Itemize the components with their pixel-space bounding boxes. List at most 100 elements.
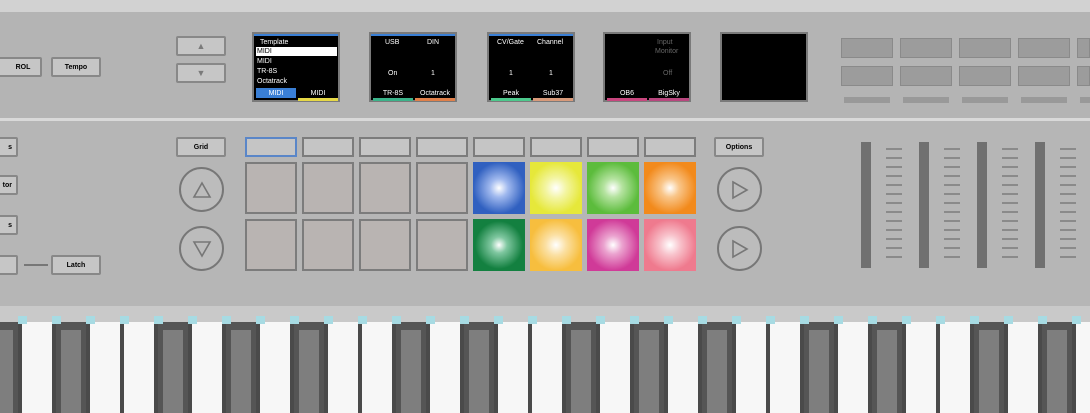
white-key[interactable] [838, 322, 868, 413]
black-key[interactable] [56, 322, 86, 413]
pad-lit-yellow[interactable] [530, 162, 582, 214]
white-key[interactable] [498, 322, 528, 413]
encoder-block[interactable] [1018, 66, 1070, 86]
black-key[interactable] [294, 322, 324, 413]
screen-tab[interactable]: Peak [491, 88, 531, 98]
pad-lit-magenta[interactable] [587, 219, 639, 271]
white-key[interactable] [124, 322, 154, 413]
screen-up-button[interactable]: ▲ [176, 36, 226, 56]
screen-tab[interactable]: Sub37 [533, 88, 573, 98]
pad[interactable] [302, 219, 354, 271]
screen-item-selected[interactable]: MIDI [256, 47, 337, 56]
grid-button[interactable]: Grid [176, 137, 226, 157]
encoder-block[interactable] [1077, 38, 1090, 58]
left-function-button[interactable]: tor [0, 175, 18, 195]
black-key[interactable] [566, 322, 596, 413]
pad-lit-green[interactable] [587, 162, 639, 214]
black-key[interactable] [226, 322, 256, 413]
white-key[interactable] [736, 322, 766, 413]
left-function-button[interactable]: s [0, 215, 18, 235]
pad[interactable] [416, 219, 468, 271]
scene-button[interactable] [302, 137, 354, 157]
black-key[interactable] [464, 322, 494, 413]
key-led-row [0, 316, 1090, 326]
fader-track[interactable] [1035, 142, 1045, 268]
screen-item[interactable]: Octatrack [257, 77, 287, 86]
screen-tab[interactable]: Octatrack [415, 88, 455, 98]
pad[interactable] [359, 219, 411, 271]
scene-launch-button[interactable] [717, 226, 762, 271]
scene-button[interactable] [644, 137, 696, 157]
fader-track[interactable] [861, 142, 871, 268]
white-key[interactable] [600, 322, 630, 413]
left-function-button[interactable]: s [0, 137, 18, 157]
pad[interactable] [245, 219, 297, 271]
encoder-block[interactable] [1077, 66, 1090, 86]
encoder-block[interactable] [841, 66, 893, 86]
black-key[interactable] [0, 322, 18, 413]
left-function-label: tor [2, 181, 12, 189]
fader-track[interactable] [977, 142, 987, 268]
pad-lit-pink[interactable] [644, 219, 696, 271]
screen-tab-active[interactable]: MIDI [256, 88, 296, 98]
pad[interactable] [302, 162, 354, 214]
screen-tab[interactable]: OB6 [607, 88, 647, 98]
scene-button[interactable] [359, 137, 411, 157]
white-key[interactable] [362, 322, 392, 413]
white-key[interactable] [90, 322, 120, 413]
screen-tab[interactable]: BigSky [649, 88, 689, 98]
pad-lit-lightorange[interactable] [530, 219, 582, 271]
white-key[interactable] [22, 322, 52, 413]
tempo-button[interactable]: Tempo [51, 57, 101, 77]
white-key[interactable] [770, 322, 800, 413]
encoder-block[interactable] [959, 38, 1011, 58]
encoder-block[interactable] [900, 66, 952, 86]
pad[interactable] [245, 162, 297, 214]
white-key[interactable] [940, 322, 970, 413]
pad[interactable] [416, 162, 468, 214]
white-key[interactable] [260, 322, 290, 413]
white-key[interactable] [430, 322, 460, 413]
white-key[interactable] [1008, 322, 1038, 413]
pad-down-button[interactable] [179, 226, 224, 271]
white-key[interactable] [328, 322, 358, 413]
pad-lit-darkgreen[interactable] [473, 219, 525, 271]
screen-down-button[interactable]: ▼ [176, 63, 226, 83]
scene-button[interactable] [473, 137, 525, 157]
pad-lit-blue[interactable] [473, 162, 525, 214]
black-key[interactable] [804, 322, 834, 413]
scene-button[interactable] [530, 137, 582, 157]
black-key[interactable] [634, 322, 664, 413]
left-function-button[interactable] [0, 255, 18, 275]
scene-button[interactable] [416, 137, 468, 157]
black-key[interactable] [872, 322, 902, 413]
white-key[interactable] [1076, 322, 1090, 413]
white-key[interactable] [192, 322, 222, 413]
options-button[interactable]: Options [714, 137, 764, 157]
screen-item[interactable]: TR-8S [257, 67, 277, 76]
scene-launch-button[interactable] [717, 167, 762, 212]
white-key[interactable] [906, 322, 936, 413]
control-button[interactable]: ROL [0, 57, 42, 77]
fader-track[interactable] [919, 142, 929, 268]
encoder-block[interactable] [900, 38, 952, 58]
black-key[interactable] [974, 322, 1004, 413]
white-key[interactable] [668, 322, 698, 413]
encoder-block[interactable] [1018, 38, 1070, 58]
white-key[interactable] [532, 322, 562, 413]
pad-lit-orange[interactable] [644, 162, 696, 214]
black-key[interactable] [396, 322, 426, 413]
black-key[interactable] [1042, 322, 1072, 413]
black-key[interactable] [158, 322, 188, 413]
screen-tab[interactable]: MIDI [298, 88, 338, 98]
black-key[interactable] [702, 322, 732, 413]
screen-tab[interactable]: TR-8S [373, 88, 413, 98]
pad-up-button[interactable] [179, 167, 224, 212]
encoder-block[interactable] [959, 66, 1011, 86]
encoder-block[interactable] [841, 38, 893, 58]
scene-button-selected[interactable] [245, 137, 297, 157]
pad[interactable] [359, 162, 411, 214]
latch-button[interactable]: Latch [51, 255, 101, 275]
scene-button[interactable] [587, 137, 639, 157]
screen-item[interactable]: MIDI [257, 57, 272, 66]
